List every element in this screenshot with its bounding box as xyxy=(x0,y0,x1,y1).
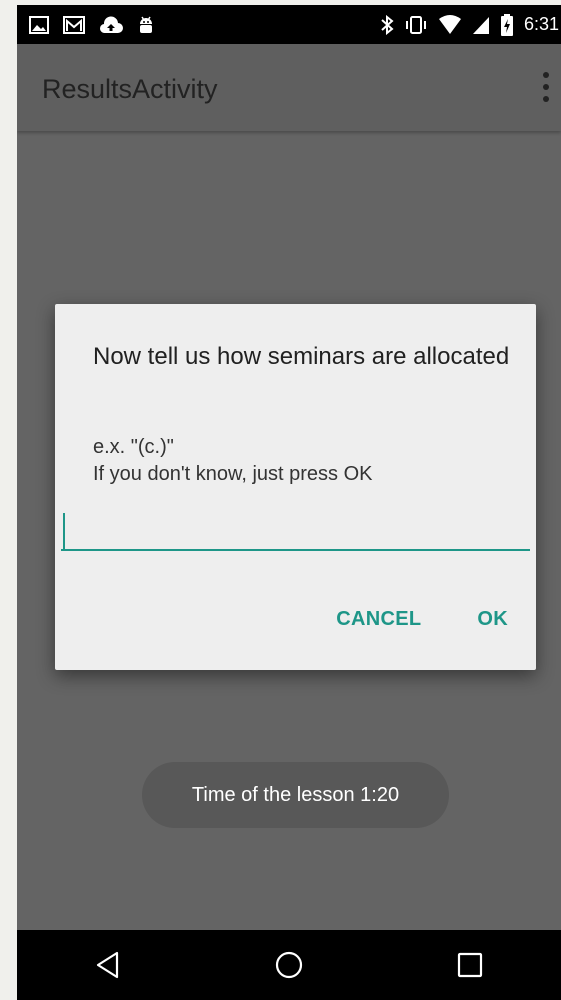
input-dialog: Now tell us how seminars are allocated e… xyxy=(55,304,536,670)
cancel-button[interactable]: CANCEL xyxy=(308,608,449,631)
clock: 6:31 xyxy=(523,14,559,34)
text-cursor xyxy=(63,513,65,551)
cloud-upload-icon xyxy=(99,15,123,34)
battery-charging-icon xyxy=(500,13,514,36)
ok-button[interactable]: OK xyxy=(449,608,536,631)
back-icon[interactable] xyxy=(78,935,138,995)
navigation-bar xyxy=(17,930,561,1000)
app-bar: ResultsActivity xyxy=(17,44,561,131)
answer-input[interactable] xyxy=(61,509,530,551)
recents-icon[interactable] xyxy=(440,935,500,995)
wifi-icon xyxy=(438,14,462,35)
vibrate-icon xyxy=(404,15,428,35)
bluetooth-icon xyxy=(380,14,394,35)
dialog-title: Now tell us how seminars are allocated xyxy=(93,343,510,370)
overflow-menu-icon[interactable] xyxy=(539,72,553,102)
image-icon xyxy=(29,15,49,34)
home-icon[interactable] xyxy=(259,935,319,995)
toast-message: Time of the lesson 1:20 xyxy=(142,762,449,828)
dialog-actions: CANCEL OK xyxy=(308,594,536,644)
app-title: ResultsActivity xyxy=(42,74,218,104)
status-bar: 6:31 xyxy=(17,5,561,44)
cell-signal-icon xyxy=(472,15,490,35)
dialog-message: e.x. "(c.)" If you don't know, just pres… xyxy=(93,436,373,485)
phone-screen: 6:31 ResultsActivity Now tell us how sem… xyxy=(17,5,561,1000)
gmail-icon xyxy=(63,15,85,34)
android-icon xyxy=(137,15,155,35)
